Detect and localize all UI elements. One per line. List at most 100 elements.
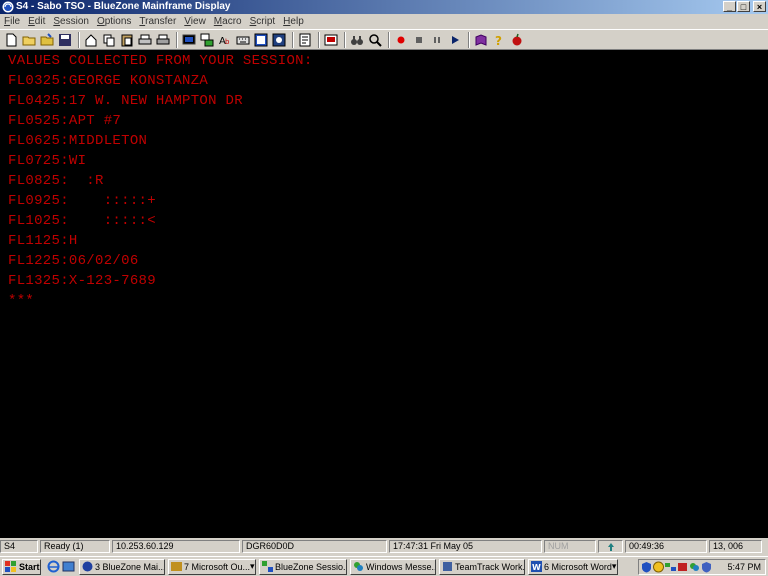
binoculars-icon[interactable] [349, 32, 365, 48]
taskbar-item-microsoft-word[interactable]: W 6 Microsoft Word ▾ [528, 558, 618, 575]
toolbar-separator [468, 31, 470, 48]
print-icon[interactable] [137, 32, 153, 48]
menu-file[interactable]: File [0, 16, 24, 27]
toolbar-separator [292, 31, 294, 48]
terminal-line: FL1225:06/02/06 [8, 253, 139, 269]
bluezone-icon [82, 561, 93, 572]
screen-icon[interactable] [253, 32, 269, 48]
internet-explorer-icon[interactable] [47, 560, 60, 573]
record-icon[interactable] [393, 32, 409, 48]
terminal-line-end-marker: *** [8, 293, 35, 309]
svg-text:b: b [225, 38, 230, 46]
shield-icon[interactable] [641, 561, 652, 573]
word-icon: W [531, 561, 542, 572]
capture-icon[interactable] [271, 32, 287, 48]
terminal-line: FL0525:APT #7 [8, 113, 122, 129]
status-session: S4 [0, 540, 38, 553]
messenger-tray-icon[interactable] [689, 561, 700, 573]
terminal-line: FL1325:X-123-7689 [8, 273, 156, 289]
paste-icon[interactable] [119, 32, 135, 48]
menu-options[interactable]: Options [93, 16, 135, 27]
svg-text:?: ? [495, 34, 502, 47]
status-lu-name: DGR60D0D [242, 540, 387, 553]
svg-text:W: W [532, 563, 541, 572]
bluezone-app-icon[interactable] [2, 1, 14, 13]
taskbar-item-bluezone-session[interactable]: BlueZone Sessio... [259, 558, 347, 575]
help-icon[interactable]: ? [491, 32, 507, 48]
open-icon[interactable] [21, 32, 37, 48]
start-button[interactable]: Start [2, 558, 41, 575]
find-icon[interactable] [367, 32, 383, 48]
toolbar-separator [344, 31, 346, 48]
terminal-line: FL0325:GEORGE KONSTANZA [8, 73, 209, 89]
menu-help[interactable]: Help [279, 16, 308, 27]
window-controls: _ □ × [723, 1, 766, 13]
outlook-icon [171, 562, 182, 571]
teamtrack-icon [443, 562, 452, 571]
menu-transfer[interactable]: Transfer [135, 16, 180, 27]
quick-launch [47, 560, 75, 573]
status-timer: 00:49:36 [625, 540, 707, 553]
status-bar: S4 Ready (1) 10.253.60.129 DGR60D0D 17:4… [0, 539, 768, 554]
window-title: S4 - Sabo TSO - BlueZone Mainframe Displ… [16, 1, 231, 12]
save-icon[interactable] [57, 32, 73, 48]
terminal-line: FL1125:H [8, 233, 78, 249]
network-icon[interactable] [199, 32, 215, 48]
title-bar[interactable]: S4 - Sabo TSO - BlueZone Mainframe Displ… [0, 0, 768, 14]
maximize-button[interactable]: □ [737, 1, 750, 12]
start-label: Start [19, 561, 40, 572]
taskbar-item-microsoft-outlook[interactable]: 7 Microsoft Ou... ▾ [168, 558, 256, 575]
terminal-line: FL0725:WI [8, 153, 87, 169]
menu-edit[interactable]: Edit [24, 16, 49, 27]
terminal-line: FL0625:MIDDLETON [8, 133, 148, 149]
font-icon[interactable]: Ab [217, 32, 233, 48]
connection-icon [607, 542, 614, 551]
menu-script[interactable]: Script [246, 16, 280, 27]
copy-icon[interactable] [101, 32, 117, 48]
task-group-arrow-icon: ▾ [250, 561, 255, 571]
antivirus-tray-icon[interactable] [701, 561, 712, 573]
toolbar-separator [388, 31, 390, 48]
messenger-icon [354, 562, 363, 571]
bluezone-session-icon [262, 561, 273, 572]
status-num-lock: NUM [544, 540, 596, 553]
new-icon[interactable] [3, 32, 19, 48]
network-tray-icon[interactable] [665, 561, 676, 573]
terminal-icon[interactable] [323, 32, 339, 48]
system-tray: 5:47 PM [638, 558, 766, 575]
play-icon[interactable] [447, 32, 463, 48]
task-group-arrow-icon: ▾ [611, 561, 617, 571]
toolbar: Ab ? [0, 29, 768, 50]
menu-session[interactable]: Session [49, 16, 93, 27]
open-folder-icon[interactable] [39, 32, 55, 48]
security-tray-icon[interactable] [677, 561, 688, 573]
taskbar-item-windows-messenger[interactable]: Windows Messe... [350, 558, 436, 575]
stop-icon[interactable] [411, 32, 427, 48]
close-button[interactable]: × [753, 1, 766, 12]
status-connection [598, 540, 623, 553]
display-icon[interactable] [181, 32, 197, 48]
taskbar: Start 3 BlueZone Mai...▾ 7 Microsoft Ou.… [0, 556, 768, 576]
book-icon[interactable] [473, 32, 489, 48]
status-cursor-position: 13, 006 [709, 540, 762, 553]
minimize-button[interactable]: _ [723, 1, 736, 12]
terminal-line: FL0425:17 W. NEW HAMPTON DR [8, 93, 243, 109]
terminal-screen[interactable]: VALUES COLLECTED FROM YOUR SESSION: FL03… [0, 50, 768, 538]
document-icon[interactable] [297, 32, 313, 48]
menu-macro[interactable]: Macro [210, 16, 246, 27]
pause-icon[interactable] [429, 32, 445, 48]
toolbar-separator [78, 31, 80, 48]
show-desktop-icon[interactable] [62, 560, 75, 573]
taskbar-item-bluezone-main[interactable]: 3 BlueZone Mai...▾ [79, 558, 165, 575]
toolbar-separator [176, 31, 178, 48]
status-datetime: 17:47:31 Fri May 05 [389, 540, 542, 553]
print-setup-icon[interactable] [155, 32, 171, 48]
home-icon[interactable] [83, 32, 99, 48]
keyboard-icon[interactable] [235, 32, 251, 48]
menu-view[interactable]: View [180, 16, 210, 27]
apple-icon[interactable] [509, 32, 525, 48]
terminal-line: FL0925: :::::+ [8, 193, 156, 209]
smiley-icon[interactable] [653, 561, 664, 573]
taskbar-item-teamtrack[interactable]: TeamTrack Work... [439, 558, 525, 575]
clock[interactable]: 5:47 PM [727, 562, 761, 572]
